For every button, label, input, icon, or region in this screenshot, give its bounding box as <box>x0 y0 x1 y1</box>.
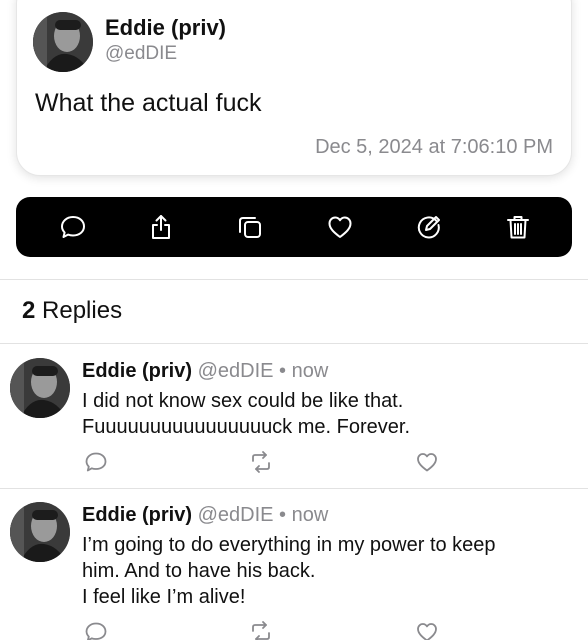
reply-time: now <box>291 504 329 526</box>
divider <box>0 279 588 280</box>
reply-text-line: him. And to have his back. <box>82 560 316 582</box>
repost-icon[interactable] <box>249 620 273 640</box>
avatar-photo-icon <box>10 502 70 562</box>
author-avatar[interactable] <box>33 12 93 72</box>
post-text: What the actual fuck <box>35 89 262 117</box>
share-icon <box>152 215 170 239</box>
divider <box>0 488 588 489</box>
compose-button[interactable] <box>414 212 444 242</box>
trash-icon <box>507 216 529 239</box>
reply-heart-icon[interactable] <box>415 450 439 474</box>
reply-speech-bubble-icon[interactable] <box>84 450 108 474</box>
replies-count-header: 2 Replies <box>22 297 122 325</box>
reply-speech-bubble-icon[interactable] <box>84 620 108 640</box>
replies-label: Replies <box>42 297 123 324</box>
reply-text-line: I feel like I’m alive! <box>82 586 246 608</box>
copy-button[interactable] <box>235 212 265 242</box>
reply-heart-icon[interactable] <box>415 620 439 640</box>
replies-count: 2 <box>22 297 36 324</box>
reply-separator: • <box>279 360 287 382</box>
post-action-bar <box>16 197 572 257</box>
reply-header: Eddie (priv) @edDIE • now <box>82 360 328 383</box>
reply-button[interactable] <box>58 212 88 242</box>
reply-avatar[interactable] <box>10 358 70 418</box>
reply-header: Eddie (priv) @edDIE • now <box>82 504 328 527</box>
avatar-photo-icon <box>33 12 93 72</box>
heart-icon <box>328 216 352 238</box>
copy-icon <box>239 217 261 238</box>
share-button[interactable] <box>146 212 176 242</box>
speech-bubble-icon <box>61 216 85 238</box>
reply-avatar[interactable] <box>10 502 70 562</box>
repost-icon[interactable] <box>249 450 273 474</box>
reply-text: I did not know sex could be like that. F… <box>82 388 410 440</box>
thread-page: Eddie (priv) @edDIE What the actual fuck… <box>0 0 588 640</box>
reply-author-handle[interactable]: @edDIE <box>198 360 274 382</box>
reply-item[interactable]: Eddie (priv) @edDIE • now I did not know… <box>0 346 588 488</box>
like-button[interactable] <box>325 212 355 242</box>
reply-text-line: Fuuuuuuuuuuuuuuuuck me. Forever. <box>82 416 410 438</box>
reply-author-name[interactable]: Eddie (priv) <box>82 360 192 382</box>
reply-text-line: I’m going to do everything in my power t… <box>82 534 496 556</box>
divider <box>0 343 588 344</box>
reply-author-handle[interactable]: @edDIE <box>198 504 274 526</box>
delete-button[interactable] <box>503 212 533 242</box>
post-card: Eddie (priv) @edDIE What the actual fuck… <box>16 0 572 176</box>
post-author-handle[interactable]: @edDIE <box>105 43 177 65</box>
post-author-name[interactable]: Eddie (priv) <box>105 15 226 41</box>
avatar-photo-icon <box>10 358 70 418</box>
reply-item[interactable]: Eddie (priv) @edDIE • now I’m going to d… <box>0 490 588 640</box>
reply-time: now <box>291 360 329 382</box>
reply-separator: • <box>279 504 287 526</box>
compose-icon <box>417 216 440 239</box>
post-timestamp: Dec 5, 2024 at 7:06:10 PM <box>315 136 553 158</box>
reply-text-line: I did not know sex could be like that. <box>82 390 404 412</box>
reply-author-name[interactable]: Eddie (priv) <box>82 504 192 526</box>
reply-text: I’m going to do everything in my power t… <box>82 532 496 610</box>
